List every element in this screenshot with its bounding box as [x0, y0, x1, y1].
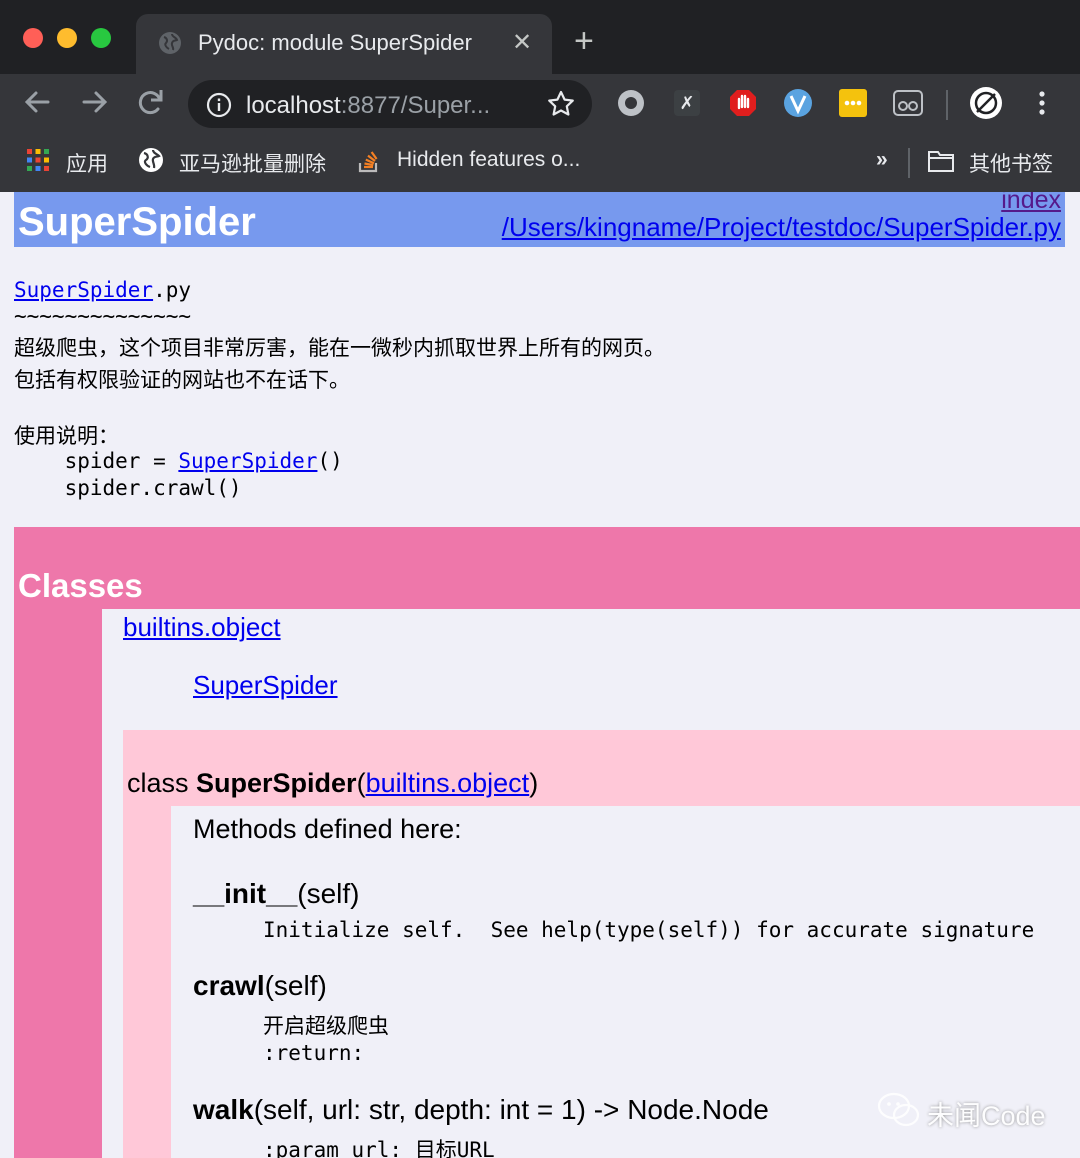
docstring-underline: ~~~~~~~~~~~~~~: [14, 304, 192, 328]
folder-icon: [928, 151, 954, 172]
close-window-button[interactable]: [23, 28, 43, 48]
back-icon[interactable]: [20, 84, 56, 120]
method-walk-signature: walk(self, url: str, depth: int = 1) -> …: [193, 1094, 769, 1125]
bookmark-amazon-bulk-delete[interactable]: 亚马逊批量删除: [179, 148, 326, 178]
usage-label: 使用说明：: [14, 425, 119, 448]
url-text: localhost:8877/Super...: [246, 92, 491, 119]
stack-overflow-icon: [358, 151, 378, 173]
globe-icon: [159, 32, 181, 54]
address-bar[interactable]: localhost:8877/Super...: [188, 80, 592, 128]
page-content: SuperSpider index /Users/kingname/Projec…: [0, 192, 1080, 1158]
toolbar: localhost:8877/Super... ✗: [0, 74, 1080, 136]
module-link[interactable]: SuperSpider: [14, 278, 153, 302]
method-init-signature: __init__(self): [193, 878, 360, 909]
menu-kebab-icon[interactable]: [1028, 88, 1056, 118]
apps-grid-icon: [27, 149, 49, 171]
method-crawl-signature: crawl(self): [193, 970, 327, 1001]
bookmark-star-icon[interactable]: [546, 89, 576, 119]
docstring-line-1: 超级爬虫，这个项目非常厉害，能在一微秒内抓取世界上所有的网页。: [14, 337, 665, 360]
classes-title: Classes: [18, 567, 143, 604]
module-title: SuperSpider: [18, 200, 256, 244]
wechat-icon: [877, 1092, 920, 1127]
method-crawl-doc-2: :return:: [263, 1041, 365, 1065]
usage-code-2: spider.crawl(): [14, 476, 242, 500]
method-walk-doc: :param url: 目标URL: [263, 1138, 495, 1158]
extension-dots-icon[interactable]: [838, 88, 868, 118]
maximize-window-button[interactable]: [91, 28, 111, 48]
usage-code-1: spider = SuperSpider(): [14, 449, 343, 473]
class-tree-child-link[interactable]: SuperSpider: [193, 670, 338, 701]
minimize-window-button[interactable]: [57, 28, 77, 48]
browser-window: Pydoc: module SuperSpider ✕ + localhost:…: [0, 0, 1080, 1158]
adblock-hand-icon[interactable]: [728, 88, 758, 118]
classes-body: builtins.object SuperSpider class SuperS…: [102, 609, 1080, 1158]
method-crawl-doc-1: 开启超级爬虫: [263, 1015, 389, 1038]
vimium-icon[interactable]: [783, 88, 813, 118]
other-bookmarks-folder[interactable]: 其他书签: [969, 148, 1053, 178]
bookmark-hidden-features[interactable]: Hidden features o...: [397, 148, 580, 178]
docstring-line-2: 包括有权限验证的网站也不在话下。: [14, 369, 350, 392]
tab-pydoc[interactable]: Pydoc: module SuperSpider ✕: [136, 14, 552, 74]
usage-class-link[interactable]: SuperSpider: [178, 449, 317, 473]
info-icon[interactable]: [206, 92, 232, 118]
classes-section: Classes builtins.object SuperSpider clas…: [14, 527, 1080, 1158]
svg-text:✗: ✗: [679, 93, 694, 114]
extension-circle-icon[interactable]: [616, 88, 646, 118]
close-tab-icon[interactable]: ✕: [512, 28, 532, 57]
method-init-doc: Initialize self. See help(type(self)) fo…: [263, 918, 1035, 942]
bookmarks-overflow-button[interactable]: »: [876, 148, 888, 178]
methods-title: Methods defined here:: [193, 814, 462, 844]
globe-icon: [139, 148, 163, 172]
toolbar-divider: [946, 90, 948, 120]
class-base-link[interactable]: builtins.object: [366, 768, 530, 798]
class-signature: class SuperSpider(builtins.object): [127, 768, 539, 798]
docstring-title: SuperSpider.py: [14, 278, 192, 302]
tab-bar: Pydoc: module SuperSpider ✕ +: [0, 0, 1080, 74]
reload-icon[interactable]: [132, 84, 168, 120]
extension-x-icon[interactable]: ✗: [672, 88, 702, 118]
bookmark-apps[interactable]: 应用: [66, 148, 108, 178]
profile-avatar-icon[interactable]: [969, 86, 1003, 120]
new-tab-button[interactable]: +: [574, 24, 594, 58]
file-path-link[interactable]: /Users/kingname/Project/testdoc/SuperSpi…: [502, 212, 1061, 243]
bookmarks-bar: 应用 亚马逊批量删除 Hidden features o... » 其他书签: [0, 136, 1080, 192]
extension-glasses-icon[interactable]: [893, 88, 923, 118]
module-heading: SuperSpider index /Users/kingname/Projec…: [14, 192, 1065, 247]
forward-icon[interactable]: [76, 84, 112, 120]
class-tree-base-link[interactable]: builtins.object: [123, 612, 281, 643]
watermark-text: 未闻Code: [927, 1101, 1046, 1131]
bookmarks-divider: [908, 148, 910, 178]
tab-title: Pydoc: module SuperSpider: [198, 30, 472, 55]
